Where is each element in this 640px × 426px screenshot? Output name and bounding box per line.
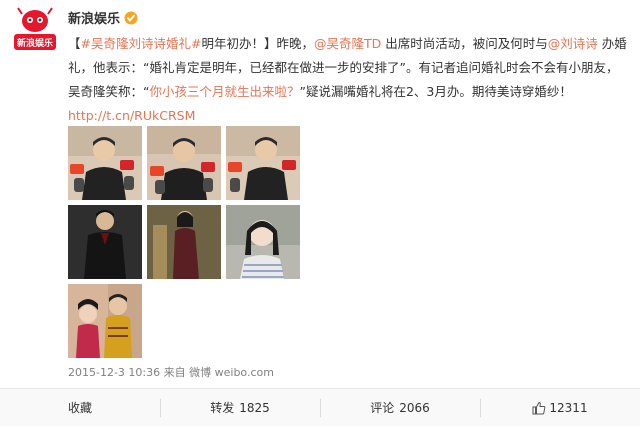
photo-2-image	[147, 126, 221, 200]
short-link[interactable]: http://t.cn/RUkCRSM	[68, 108, 195, 123]
like-button[interactable]: 12311	[480, 389, 640, 426]
comment-label: 评论	[370, 401, 395, 415]
text-4: ”疑说漏嘴婚礼将在2、3月办。期待美诗穿婚纱！	[299, 84, 572, 99]
photo-3[interactable]	[226, 126, 300, 200]
post-meta: 2015-12-3 10:36 来自 微博 weibo.com	[68, 364, 274, 380]
photo-2[interactable]	[147, 126, 221, 200]
like-count: 12311	[549, 400, 588, 415]
photo-6[interactable]	[226, 205, 300, 279]
mention-liushishi[interactable]: @刘诗诗	[548, 36, 598, 51]
favorite-label: 收藏	[67, 401, 92, 415]
from-label: 来自	[163, 366, 186, 379]
avatar-text: 新浪娱乐	[17, 37, 53, 49]
mention-wuqilong[interactable]: @吴奇隆TD	[314, 36, 381, 51]
favorite-button[interactable]: 收藏	[0, 389, 160, 426]
source-link[interactable]: 微博 weibo.com	[189, 366, 274, 379]
timestamp[interactable]: 2015-12-3 10:36	[68, 366, 160, 379]
thumbs-up-icon	[532, 401, 546, 414]
repost-count: 1825	[239, 400, 270, 415]
weibo-post-card: 新浪娱乐 新浪娱乐 【#吴奇隆刘诗诗婚礼#明年初办！】昨晚，@吴奇隆TD 出席时…	[0, 0, 640, 426]
text-1: 昨晚，	[276, 36, 314, 51]
photo-4[interactable]	[68, 205, 142, 279]
repost-label: 转发	[210, 401, 235, 415]
username-label[interactable]: 新浪娱乐	[68, 8, 120, 27]
photo-4-image	[68, 205, 142, 279]
photo-1-image	[68, 126, 142, 200]
photo-7-image	[68, 284, 142, 358]
photo-7[interactable]	[68, 284, 142, 358]
post-text: 【#吴奇隆刘诗诗婚礼#明年初办！】昨晚，@吴奇隆TD 出席时尚活动，被问及何时与…	[68, 32, 630, 128]
photo-1[interactable]	[68, 126, 142, 200]
photo-5-image	[147, 205, 221, 279]
quote-highlight: 你小孩三个月就生出来啦？	[149, 84, 300, 99]
verified-badge-icon	[124, 11, 138, 24]
bracket-open: 【	[68, 36, 81, 51]
headline: 明年初办！】	[201, 36, 277, 51]
sina-entertainment-logo-icon: 新浪娱乐	[12, 6, 58, 52]
photo-5[interactable]	[147, 205, 221, 279]
repost-button[interactable]: 转发 1825	[160, 389, 320, 426]
topic-link[interactable]: #吴奇隆刘诗诗婚礼#	[81, 36, 202, 51]
comment-count: 2066	[399, 400, 430, 415]
text-2: 出席时尚活动，被问及何时与	[381, 36, 548, 51]
comment-button[interactable]: 评论 2066	[320, 389, 480, 426]
photo-3-image	[226, 126, 300, 200]
avatar[interactable]: 新浪娱乐	[12, 6, 58, 52]
photo-6-image	[226, 205, 300, 279]
action-bar: 收藏 转发 1825 评论 2066 12311	[0, 388, 640, 426]
username[interactable]: 新浪娱乐	[68, 8, 138, 27]
